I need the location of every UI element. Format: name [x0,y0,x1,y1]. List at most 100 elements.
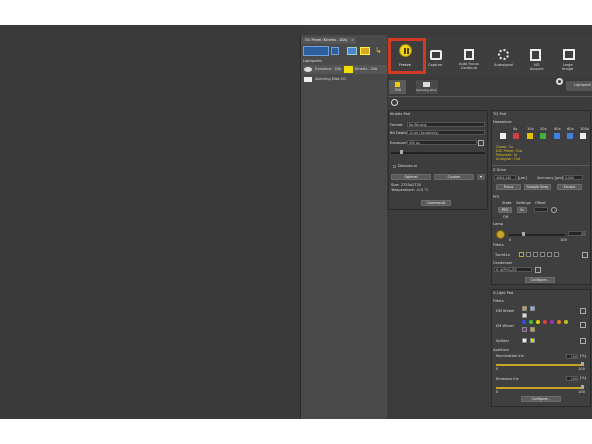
exposure-tool-icon[interactable] [478,140,484,146]
objective-40x[interactable] [554,133,560,139]
split-view-icon[interactable] [331,47,339,55]
splitter-slot-2[interactable] [530,338,535,343]
turret-slot-5[interactable] [547,252,552,257]
custom-button[interactable]: Custom [434,174,474,180]
dm-tool-icon[interactable] [580,308,586,314]
ti2-configure-button[interactable]: Configure... [525,277,555,283]
capture-button[interactable]: Capture [428,63,442,67]
lamp-slider-knob[interactable] [522,232,525,236]
turret-tool-icon[interactable] [582,252,588,258]
em-tool-icon[interactable] [580,322,586,328]
em-slot-olive[interactable] [564,320,568,324]
escape-button[interactable]: Escape [557,184,582,190]
em-slot-9[interactable] [530,327,535,332]
pfs-offset-label: Offset [535,201,546,205]
sample-snap-button[interactable]: Sample Snap [524,184,551,190]
turret-slot-2[interactable] [526,252,531,257]
eye-icon [304,67,312,72]
denoise-checkbox[interactable] [393,165,396,168]
autofocus-icon[interactable] [464,49,474,60]
layout-icon[interactable] [303,46,329,56]
xlight-configure-button[interactable]: Configure... [521,396,561,402]
objective-10x[interactable] [527,133,533,139]
illumination-iris-slider[interactable] [496,364,584,366]
accuracy-input[interactable]: 0.000 [563,175,583,180]
xlight-filters-label: Filters [493,299,504,303]
illumination-iris-knob[interactable] [581,362,584,366]
large-image-button[interactable]: Large Image [562,63,573,71]
objective-100x[interactable] [580,133,586,139]
dia-icon [395,82,400,87]
em-slot-purple[interactable] [550,320,554,324]
large-image-icon[interactable] [563,49,575,60]
turret-slot-3[interactable] [533,252,538,257]
lamp-slider[interactable] [509,234,565,236]
emission-iris-knob[interactable] [581,385,584,389]
pfs-offset-input[interactable] [534,207,548,212]
illumination-iris-input[interactable]: 100 [566,354,578,359]
emission-iris-input[interactable]: 100 [566,376,578,381]
em-slot-orange[interactable] [557,320,561,324]
image-viewport[interactable] [0,25,300,419]
autofocus-button[interactable]: Auto Focus Continue [459,62,479,70]
dm-slot-3[interactable] [522,313,527,318]
close-icon[interactable]: × [351,37,354,44]
splitter-tool-icon[interactable] [580,338,586,344]
emission-iris-slider[interactable] [496,387,584,389]
splitter-slot-1[interactable] [522,338,527,343]
exposure-slider[interactable] [391,152,485,154]
pfs-off-label: Off [503,215,509,219]
optimal-button[interactable]: Optimal [391,174,431,180]
em-slot-blue[interactable] [522,320,526,324]
objective-empty[interactable] [500,133,506,139]
focus-button[interactable]: Focus [496,184,521,190]
lightpath-item-eyepiece[interactable]: Eyepiece - DIA [315,67,341,71]
stage-icon[interactable] [347,47,357,55]
lamp-icon[interactable] [496,230,505,239]
lightpath-item-kinetix[interactable]: Kinetix - DIA [355,67,377,71]
nd-acquire-button[interactable]: ND Acquire [530,63,544,71]
turret-slot-1[interactable] [519,252,524,257]
bitdepth-select[interactable]: 12-bit (Sensitivity) [407,130,485,135]
em-slot-8[interactable] [522,327,527,332]
exposure-input[interactable]: 500 µs [407,140,477,145]
autosignal-button[interactable]: Autosignal [494,63,513,67]
chevron-down-icon[interactable]: ▾ [477,174,485,180]
nosepiece-label: Nosepiece [493,120,512,124]
objective-4x[interactable] [513,133,519,139]
z-position-input[interactable]: 4064.240 [494,175,516,180]
pfs-toggle[interactable]: PFS [498,207,512,213]
autosignal-icon[interactable] [498,49,509,60]
em-slot-yellow[interactable] [536,320,540,324]
pfs-on-button[interactable]: On [517,207,527,213]
commands-button[interactable]: Commands [421,200,451,206]
freeze-button[interactable]: Freeze [391,63,419,67]
dm-slot-1[interactable] [522,306,527,311]
objective-label-20x: 20x [540,127,547,131]
condenser-tool-icon[interactable] [535,267,541,273]
turret-slot-6[interactable] [554,252,559,257]
z-unit: [µm] [518,176,527,180]
capture-icon[interactable] [430,50,442,60]
search-icon[interactable] [551,207,557,213]
light-icon[interactable] [360,47,370,55]
format-select[interactable]: No Binning [407,122,485,127]
lightpath-item-spinning[interactable]: Spinning Disk CO [315,77,346,81]
objective-60x[interactable] [567,133,573,139]
nd-acquire-icon[interactable] [530,49,541,61]
em-slot-green[interactable] [529,320,533,324]
objective-20x[interactable] [540,133,546,139]
gear-icon[interactable] [556,78,563,85]
turret-slot-4[interactable] [540,252,545,257]
refresh-icon[interactable] [391,99,398,106]
arrow-icon[interactable]: ↳ [375,46,385,56]
dm-slot-2[interactable] [530,306,535,311]
dock-tab[interactable]: OC Panel (Kinetix - DIA) × [302,37,356,44]
condenser-select[interactable]: 0: A(PHC)/ZZ [494,267,532,272]
em-slot-red[interactable] [543,320,547,324]
exposure-slider-knob[interactable] [400,150,403,154]
freeze-icon[interactable] [399,44,412,57]
lamp-value-input[interactable]: 25 [568,231,586,236]
tab-dia-label: DIA [395,88,402,92]
emission-min: 0 [496,390,499,394]
